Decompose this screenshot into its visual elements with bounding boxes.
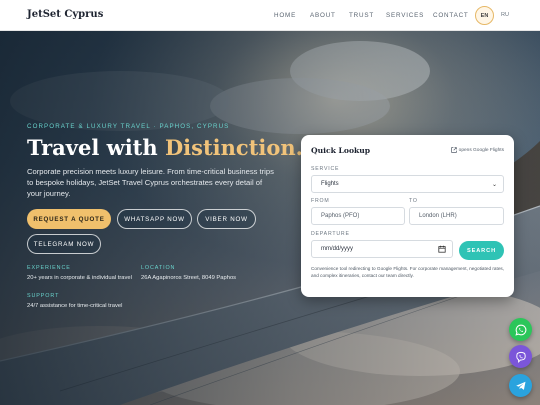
hero-title-highlight: Distinction. <box>164 135 303 160</box>
brand-logo[interactable]: JetSet Cyprus <box>27 9 103 20</box>
support-label: SUPPORT <box>27 293 60 299</box>
from-input[interactable]: Paphos (PFO) <box>311 207 405 225</box>
hero-lead: Corporate precision meets luxury leisure… <box>27 167 274 198</box>
search-button[interactable]: SEARCH <box>459 241 504 260</box>
lookup-note: Convenience tool redirecting to Google F… <box>311 266 505 278</box>
telegram-icon <box>515 381 525 390</box>
viber-now-button[interactable]: VIBER NOW <box>197 209 256 229</box>
google-flights-link-label: opens Google Flights <box>458 147 504 153</box>
service-select[interactable]: Flights ⌄ <box>311 175 504 193</box>
whatsapp-float-button[interactable] <box>509 318 532 341</box>
telegram-now-button[interactable]: TELEGRAM NOW <box>27 234 101 254</box>
nav-contact[interactable]: CONTACT <box>433 12 469 19</box>
service-select-value: Flights <box>321 181 339 187</box>
external-link-icon <box>450 147 457 153</box>
language-ru-button[interactable]: RU <box>501 12 509 18</box>
to-label: TO <box>409 198 418 204</box>
nav-home[interactable]: HOME <box>274 12 296 19</box>
from-label: FROM <box>311 198 330 204</box>
nav-about[interactable]: ABOUT <box>310 12 336 19</box>
quick-lookup-card: Quick Lookup opens Google Flights SERVIC… <box>301 135 514 297</box>
departure-date-placeholder: mm/dd/yyyy <box>321 246 354 252</box>
quick-lookup-title: Quick Lookup <box>311 146 371 155</box>
hero-eyebrow: CORPORATE & LUXURY TRAVEL · PAPHOS, CYPR… <box>27 123 230 130</box>
language-en-button[interactable]: EN <box>475 6 494 25</box>
whatsapp-now-button[interactable]: WHATSAPP NOW <box>117 209 192 229</box>
site-header: JetSet Cyprus HOME ABOUT TRUST SERVICES … <box>0 0 540 31</box>
experience-label: EXPERIENCE <box>27 265 71 271</box>
telegram-float-button[interactable] <box>509 374 532 397</box>
service-label: SERVICE <box>311 166 340 172</box>
departure-label: DEPARTURE <box>311 231 350 237</box>
hero-title-main: Travel with <box>27 135 165 160</box>
viber-float-button[interactable] <box>509 345 532 368</box>
departure-date-input[interactable]: mm/dd/yyyy <box>311 240 453 258</box>
viber-icon <box>515 351 526 363</box>
request-quote-button[interactable]: REQUEST A QUOTE <box>27 209 111 229</box>
nav-trust[interactable]: TRUST <box>349 12 374 19</box>
experience-value: 20+ years in corporate & individual trav… <box>27 275 132 281</box>
hero-section: CORPORATE & LUXURY TRAVEL · PAPHOS, CYPR… <box>0 31 540 405</box>
to-input[interactable]: London (LHR) <box>409 207 504 225</box>
whatsapp-icon <box>514 324 526 336</box>
location-value: 26A Agapinoros Street, 8049 Paphos <box>141 275 237 281</box>
google-flights-link[interactable]: opens Google Flights <box>450 147 504 153</box>
hero-title: Travel with Distinction. <box>27 135 303 160</box>
nav-services[interactable]: SERVICES <box>386 12 424 19</box>
support-value: 24/7 assistance for time-critical travel <box>27 303 123 309</box>
chevron-down-icon: ⌄ <box>491 182 497 188</box>
location-label: LOCATION <box>141 265 176 271</box>
calendar-icon[interactable] <box>438 245 446 253</box>
